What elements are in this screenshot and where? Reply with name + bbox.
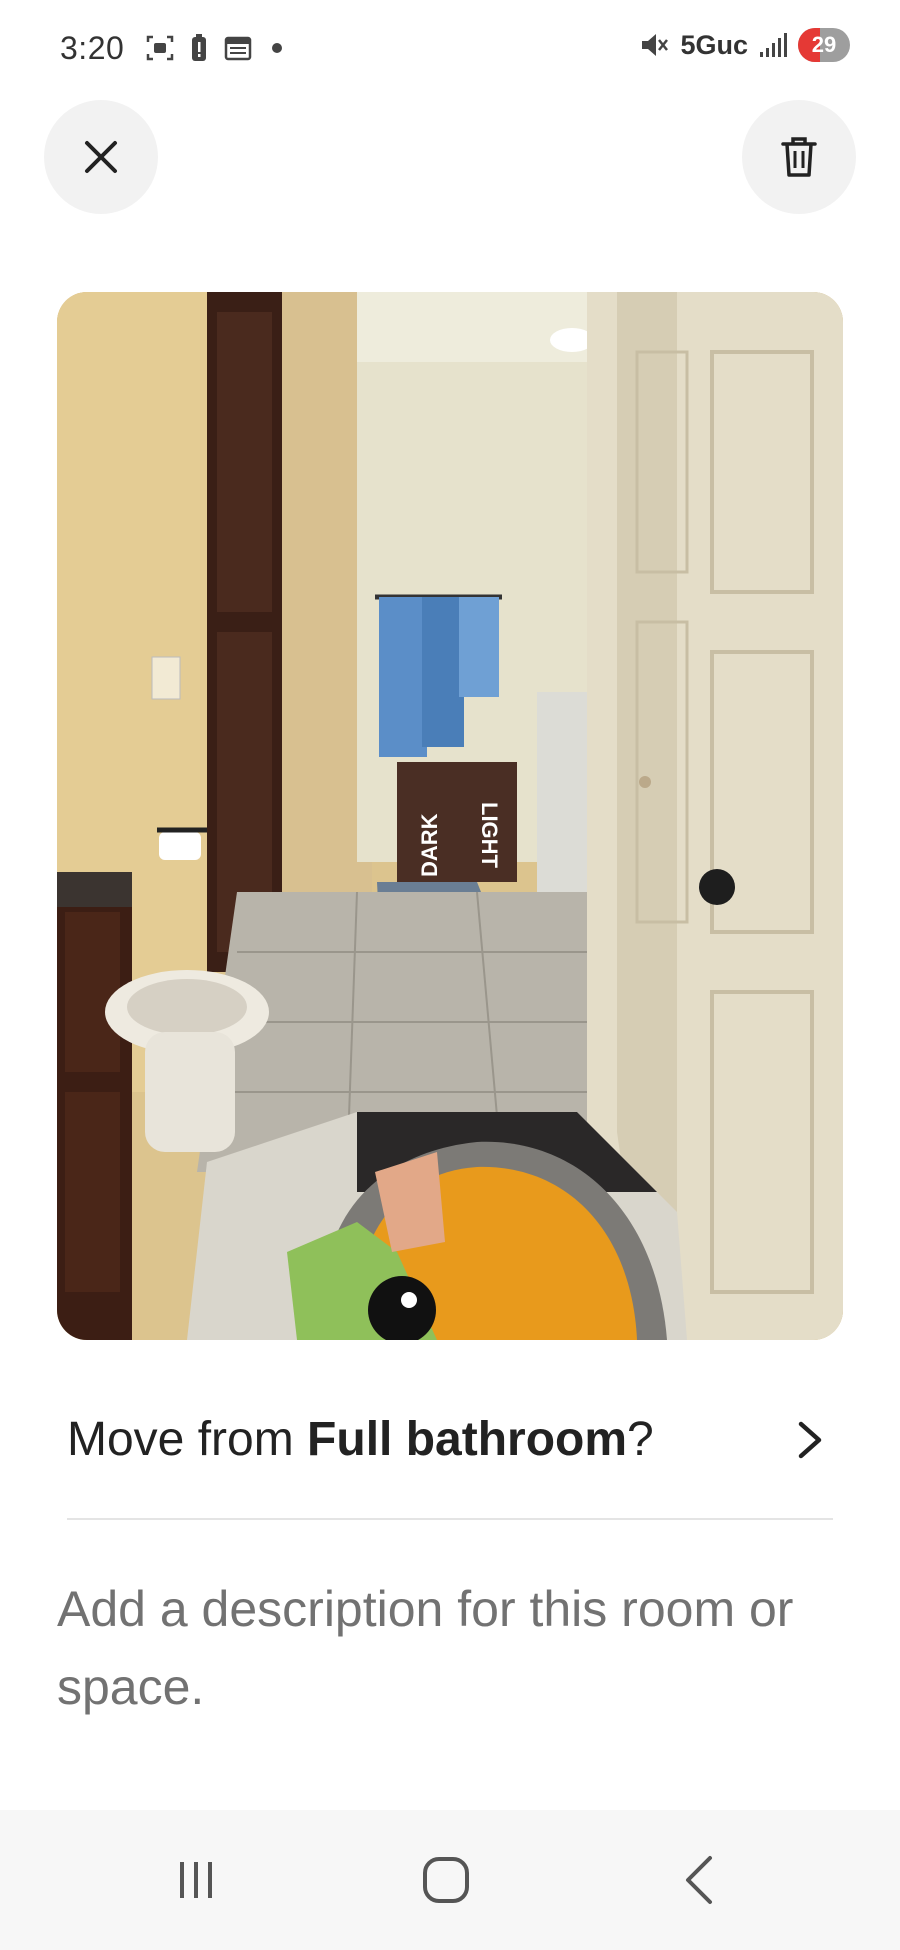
battery-level: 29 [811,32,837,57]
system-nav-bar [0,1810,900,1950]
hamper-light-text: LIGHT [477,802,502,869]
room-photo: DARK LIGHT [57,292,843,1340]
signal-icon [760,33,787,57]
chevron-right-icon [798,1421,822,1459]
home-icon [423,1857,469,1903]
recents-icon [180,1862,212,1898]
divider [67,1518,833,1520]
home-button[interactable] [406,1840,486,1920]
status-notification-icons [145,33,287,63]
mute-icon [642,34,669,56]
battery-icon: 29 [798,28,850,62]
close-button[interactable] [44,100,158,214]
move-room-label: Move from Full bathroom? [67,1412,654,1467]
network-type-label: 5Guc [680,29,748,60]
hamper-dark-text: DARK [417,813,442,877]
status-system-icons: 5Guc 29 [638,28,850,62]
trash-icon [781,137,817,177]
calendar-icon [224,36,252,61]
status-time: 3:20 [60,30,125,66]
move-prefix: Move from [67,1413,308,1466]
room-name: Full bathroom [307,1413,628,1466]
move-suffix: ? [627,1413,654,1466]
recents-button[interactable] [156,1840,236,1920]
back-icon [686,1856,712,1904]
dot-icon [272,43,282,53]
description-field[interactable]: Add a description for this room or space… [57,1570,847,1726]
move-room-row[interactable]: Move from Full bathroom? [67,1390,835,1500]
status-bar: 3:20 5Guc 29 [0,0,900,100]
back-button[interactable] [660,1840,740,1920]
delete-photo-button[interactable] [742,100,856,214]
battery-alert-icon [192,34,206,61]
screenshot-icon [146,35,174,61]
close-icon [85,141,117,173]
